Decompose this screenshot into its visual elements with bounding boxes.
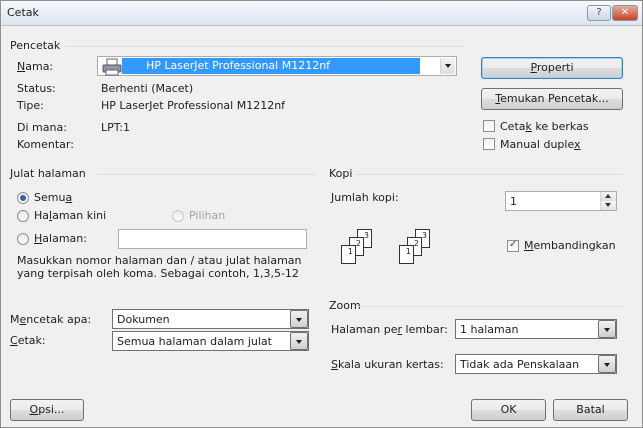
zoom-group-label: Zoom xyxy=(329,299,361,312)
chevron-down-icon[interactable] xyxy=(290,332,308,350)
copies-group-label: Kopi xyxy=(329,167,353,180)
printer-icon xyxy=(102,58,122,76)
type-label: Tipe: xyxy=(17,99,44,112)
collate-label: Membandingkan xyxy=(524,239,616,252)
range-pages-radio[interactable] xyxy=(17,233,29,245)
print-what-value: Dokumen xyxy=(117,313,170,326)
printer-name-selection[interactable]: HP LaserJet Professional M1212nf xyxy=(122,58,420,74)
print-to-file-label: Cetak ke berkas xyxy=(500,120,589,133)
help-button[interactable]: ? xyxy=(587,5,611,21)
properties-button[interactable]: Properti xyxy=(481,57,623,79)
scale-value: Tidak ada Penskalaan xyxy=(460,358,580,371)
zoom-separator xyxy=(359,306,623,307)
collate-checkbox[interactable] xyxy=(507,239,519,252)
collate-stack-2: 3 2 1 xyxy=(399,229,439,274)
printer-separator xyxy=(65,46,465,47)
range-all-label: Semua xyxy=(34,191,73,204)
close-button[interactable]: ✕ xyxy=(612,5,638,21)
print-value: Semua halaman dalam julat xyxy=(117,335,272,348)
print-label: Cetak: xyxy=(10,334,46,347)
print-what-label: Mencetak apa: xyxy=(10,313,92,326)
where-value: LPT:1 xyxy=(101,121,130,134)
pages-per-sheet-dropdown[interactable]: 1 halaman xyxy=(455,319,617,339)
chevron-down-icon[interactable] xyxy=(290,310,308,328)
range-current-radio[interactable] xyxy=(17,210,29,222)
range-pages-label: Halaman: xyxy=(34,232,87,245)
range-selection-radio[interactable] xyxy=(172,210,184,222)
status-label: Status: xyxy=(17,82,56,95)
chevron-down-icon[interactable] xyxy=(598,320,616,338)
collate-stack-1: 3 2 1 xyxy=(341,229,381,274)
range-hint-line1: Masukkan nomor halaman dan / atau julat … xyxy=(17,254,302,267)
find-printer-button[interactable]: Temukan Pencetak... xyxy=(481,88,623,110)
options-button[interactable]: Opsi... xyxy=(10,399,84,421)
print-dialog: Cetak ? ✕ Pencetak Nama: HP LaserJet Pro… xyxy=(0,0,643,428)
status-value: Berhenti (Macet) xyxy=(101,82,194,95)
where-label: Di mana: xyxy=(17,121,67,134)
copies-count-input[interactable]: 1 xyxy=(505,191,617,211)
range-all-radio[interactable] xyxy=(17,192,29,204)
printer-name-value: HP LaserJet Professional M1212nf xyxy=(146,59,331,72)
print-to-file-checkbox[interactable] xyxy=(483,120,495,132)
collate-page-1: 1 xyxy=(399,245,414,264)
spin-up-icon[interactable] xyxy=(600,192,616,201)
print-dropdown[interactable]: Semua halaman dalam julat xyxy=(112,331,309,351)
comment-label: Komentar: xyxy=(17,138,74,151)
print-what-dropdown[interactable]: Dokumen xyxy=(112,309,309,329)
copies-count-value: 1 xyxy=(510,195,517,208)
spin-down-icon[interactable] xyxy=(600,201,616,210)
cancel-button[interactable]: Batal xyxy=(553,399,628,421)
manual-duplex-label: Manual duplex xyxy=(500,138,581,151)
window-title: Cetak xyxy=(7,6,39,19)
copies-separator xyxy=(355,174,623,175)
page-range-separator xyxy=(97,174,315,175)
page-range-group-label: Julat halaman xyxy=(10,167,86,180)
manual-duplex-checkbox[interactable] xyxy=(483,138,495,150)
ok-button[interactable]: OK xyxy=(471,399,546,421)
copies-count-label: Jumlah kopi: xyxy=(331,191,399,204)
collate-page-1: 1 xyxy=(341,245,356,264)
scale-dropdown[interactable]: Tidak ada Penskalaan xyxy=(455,354,617,374)
title-bar: Cetak ? ✕ xyxy=(1,1,642,26)
chevron-down-icon[interactable] xyxy=(598,355,616,373)
printer-name-label: Nama: xyxy=(17,60,54,73)
range-current-label: Halaman kini xyxy=(34,209,107,222)
printer-group-label: Pencetak xyxy=(10,39,61,52)
scale-label: Skala ukuran kertas: xyxy=(331,358,444,371)
pages-input[interactable] xyxy=(118,229,307,249)
pages-per-sheet-label: Halaman per lembar: xyxy=(331,323,448,336)
range-selection-label: Pilihan xyxy=(189,209,226,222)
chevron-down-icon[interactable] xyxy=(440,58,455,74)
type-value: HP LaserJet Professional M1212nf xyxy=(101,99,286,112)
range-hint-line2: yang terpisah oleh koma. Sebagai contoh,… xyxy=(17,267,299,280)
pages-per-sheet-value: 1 halaman xyxy=(460,323,519,336)
